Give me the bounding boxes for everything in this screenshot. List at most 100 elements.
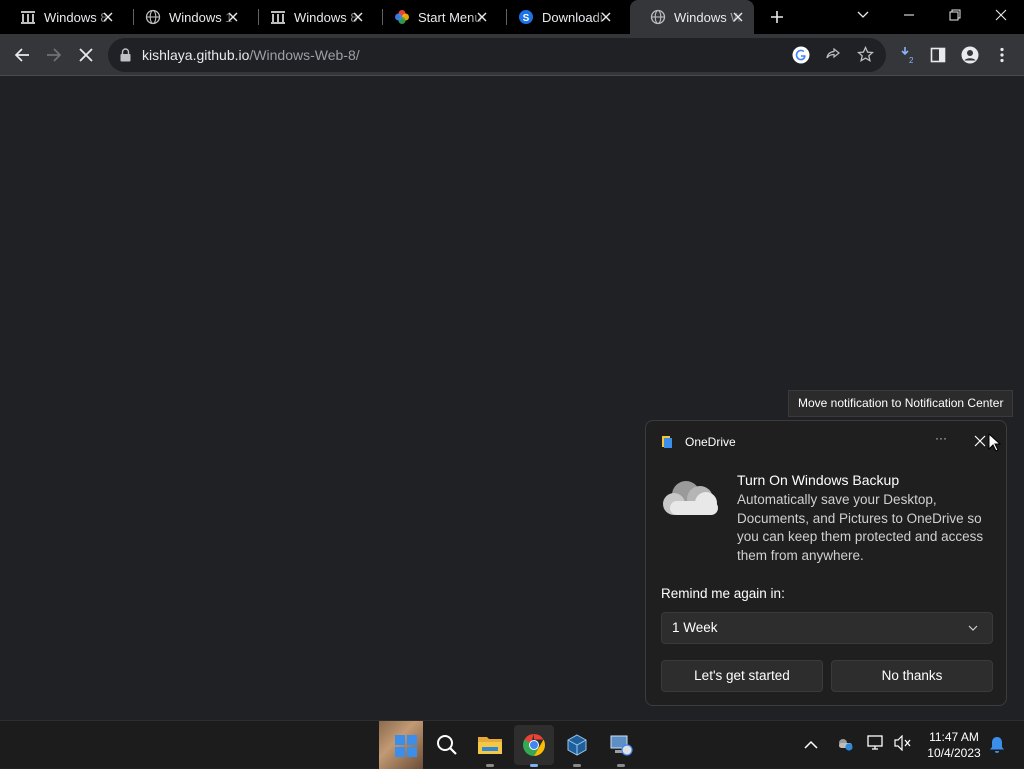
forward-arrow-icon	[47, 48, 62, 62]
museum-icon	[271, 11, 285, 24]
chevron-down-icon	[857, 11, 869, 18]
onedrive-cloud-icon	[839, 739, 853, 751]
close-tab-icon[interactable]	[732, 11, 744, 23]
browser-tab[interactable]: Windows 8	[0, 0, 124, 34]
share-icon	[826, 47, 840, 59]
browser-tab[interactable]: Start Menu	[374, 0, 498, 34]
virtualbox-icon	[567, 734, 587, 756]
notification-center-button[interactable]	[989, 736, 1005, 759]
download-icon: 2	[901, 47, 914, 64]
side-panel-icon	[930, 47, 946, 63]
onedrive-notification[interactable]: OneDrive ··· Turn On Windows Backup Auto…	[645, 420, 1007, 706]
google-g-icon	[792, 46, 810, 64]
taskbar-file-explorer[interactable]	[470, 721, 510, 769]
profile-button[interactable]	[954, 39, 986, 71]
clock-date: 10/4/2023	[927, 746, 981, 760]
close-tab-icon[interactable]	[600, 11, 612, 23]
share-button[interactable]	[825, 47, 841, 68]
svg-text:S: S	[523, 13, 530, 24]
minimize-icon	[904, 14, 914, 16]
cloud-icon	[663, 481, 718, 515]
back-button[interactable]	[6, 39, 38, 71]
network-status-button[interactable]	[867, 735, 885, 756]
colorful-flower-icon	[395, 10, 409, 24]
running-indicator	[530, 764, 538, 767]
chevron-down-icon	[968, 625, 978, 631]
notification-title: Turn On Windows Backup	[737, 472, 900, 488]
taskbar-search-button[interactable]	[427, 721, 467, 769]
dismiss-notification-button[interactable]	[974, 434, 988, 448]
url-path: /Windows-Web-8/	[249, 47, 360, 63]
url-host: kishlaya.github.io	[142, 47, 250, 63]
system-clock[interactable]: 11:47 AM 10/4/2023	[922, 729, 986, 761]
notification-body: Automatically save your Desktop, Documen…	[737, 492, 984, 563]
google-lens-button[interactable]	[792, 46, 810, 69]
forward-button[interactable]	[38, 39, 70, 71]
close-tab-icon[interactable]	[352, 11, 364, 23]
side-panel-button[interactable]	[922, 39, 954, 71]
chrome-menu-button[interactable]	[986, 39, 1018, 71]
lock-icon[interactable]	[120, 48, 131, 62]
close-window-button[interactable]	[978, 0, 1024, 30]
address-bar[interactable]: kishlaya.github.io/Windows-Web-8/	[108, 38, 886, 72]
chevron-up-icon	[804, 740, 818, 749]
avatar-icon	[961, 46, 979, 64]
star-icon	[856, 45, 875, 63]
close-icon	[995, 9, 1007, 21]
new-tab-button[interactable]	[766, 6, 788, 28]
clock-time: 11:47 AM	[929, 730, 979, 744]
browser-toolbar: kishlaya.github.io/Windows-Web-8/ 2	[0, 34, 1024, 76]
url-text[interactable]: kishlaya.github.io/Windows-Web-8/	[142, 47, 360, 63]
more-options-button[interactable]: ···	[932, 431, 950, 451]
remind-interval-value: 1 Week	[672, 620, 718, 635]
close-tab-icon[interactable]	[476, 11, 488, 23]
browser-tab[interactable]: S Downloadi	[498, 0, 622, 34]
taskbar-virtualbox[interactable]	[557, 721, 597, 769]
show-hidden-icons-button[interactable]	[804, 737, 818, 755]
close-tab-icon[interactable]	[227, 11, 239, 23]
remind-interval-select[interactable]: 1 Week	[661, 612, 993, 644]
browser-tab[interactable]: Windows 8	[250, 0, 374, 34]
chrome-icon	[523, 734, 545, 756]
bookmark-button[interactable]	[856, 45, 875, 68]
volume-button[interactable]	[894, 734, 912, 756]
onedrive-app-icon	[662, 436, 672, 448]
plus-icon	[771, 11, 783, 23]
start-button[interactable]	[379, 721, 423, 769]
tab-search-button[interactable]	[840, 0, 886, 30]
running-indicator	[573, 764, 581, 767]
museum-icon	[21, 11, 35, 24]
bell-icon	[990, 737, 1004, 753]
kebab-menu-icon	[1000, 47, 1004, 63]
network-tool-icon	[610, 735, 633, 756]
browser-tab-active[interactable]: Windows W	[630, 0, 754, 34]
windows-taskbar: 11:47 AM 10/4/2023	[0, 720, 1024, 769]
taskbar-chrome[interactable]	[514, 725, 554, 767]
globe-icon	[145, 9, 161, 25]
browser-tab[interactable]: Windows 1	[125, 0, 249, 34]
downloads-button[interactable]: 2	[892, 39, 924, 71]
tooltip: Move notification to Notification Center	[788, 390, 1014, 417]
search-icon	[437, 735, 457, 755]
lets-get-started-button[interactable]: Let's get started	[661, 660, 823, 692]
minimize-button[interactable]	[886, 0, 932, 30]
stop-loading-button[interactable]	[70, 39, 102, 71]
mouse-cursor-icon	[988, 433, 1002, 452]
remind-label: Remind me again in:	[661, 586, 785, 601]
volume-muted-icon	[894, 734, 911, 752]
no-thanks-button[interactable]: No thanks	[831, 660, 993, 692]
taskbar-network-tool[interactable]	[601, 721, 641, 769]
close-tab-icon[interactable]	[102, 11, 114, 23]
close-icon	[974, 435, 986, 447]
restore-icon	[949, 9, 961, 21]
restore-button[interactable]	[932, 0, 978, 30]
blue-s-logo-icon: S	[519, 10, 533, 24]
running-indicator	[486, 764, 494, 767]
windows-start-icon	[395, 735, 417, 757]
network-icon	[867, 735, 883, 750]
svg-text:2: 2	[909, 56, 914, 64]
notification-app-name: OneDrive	[685, 435, 736, 449]
stop-icon	[79, 48, 93, 62]
onedrive-tray-button[interactable]	[836, 735, 854, 756]
file-explorer-icon	[478, 737, 502, 754]
